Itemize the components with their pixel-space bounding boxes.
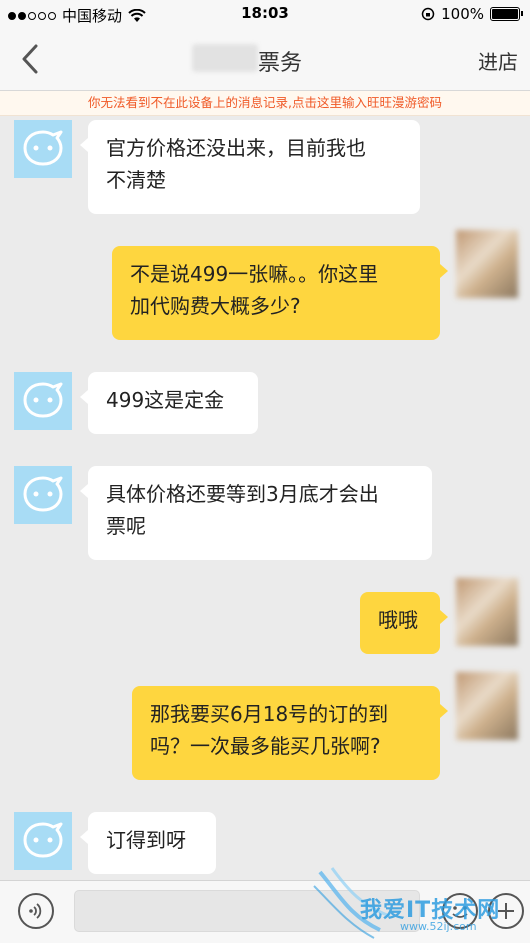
roaming-notice[interactable]: 你无法看到不在此设备上的消息记录,点击这里输入旺旺漫游密码: [0, 91, 530, 116]
smiley-avatar-icon: [23, 822, 63, 858]
nav-bar: 票务 进店: [0, 28, 530, 91]
message-line: 不清楚: [106, 168, 166, 192]
user-avatar[interactable]: [456, 578, 518, 646]
status-bar: 中国移动 18:03 100%: [0, 0, 530, 28]
avatar[interactable]: [14, 812, 72, 870]
page-title: 票务: [258, 51, 303, 76]
message-line: 吗？一次最多能买几张啊?: [150, 734, 381, 758]
avatar[interactable]: [14, 120, 72, 178]
message-line: 不是说499一张嘛。。你这里: [130, 262, 379, 286]
message-bubble[interactable]: 那我要买6月18号的订的到 吗？一次最多能买几张啊?: [132, 686, 448, 780]
message-line: 499这是定金: [106, 388, 225, 412]
rotation-lock-icon: [421, 7, 435, 21]
message-bubble[interactable]: 官方价格还没出来，目前我也 不清楚: [80, 120, 420, 214]
message-bubble[interactable]: 499这是定金: [80, 372, 258, 434]
smiley-avatar-icon: [23, 382, 63, 418]
message-bubble[interactable]: 订得到呀: [80, 812, 216, 874]
battery-icon: [490, 7, 523, 21]
message-line: 票呢: [106, 514, 146, 538]
message-line: 订得到呀: [106, 828, 186, 852]
smiley-avatar-icon: [23, 476, 63, 512]
message-line: 具体价格还要等到3月底才会出: [106, 482, 379, 506]
message-line: 那我要买6月18号的订的到: [150, 702, 389, 726]
message-bubble[interactable]: 哦哦: [360, 592, 448, 654]
smiley-avatar-icon: [23, 130, 63, 166]
message-bubble[interactable]: 不是说499一张嘛。。你这里 加代购费大概多少?: [112, 246, 448, 340]
avatar[interactable]: [14, 466, 72, 524]
voice-icon[interactable]: [18, 893, 54, 929]
watermark-url: www.52ij.com: [400, 920, 477, 933]
message-line: 加代购费大概多少?: [130, 294, 301, 318]
chevron-left-icon[interactable]: [16, 42, 44, 76]
message-line: 哦哦: [378, 608, 418, 632]
user-avatar[interactable]: [456, 672, 518, 740]
user-avatar[interactable]: [456, 230, 518, 298]
store-button[interactable]: 进店: [478, 46, 518, 75]
battery-percent: 100%: [441, 5, 484, 23]
blurred-title-part: [192, 44, 258, 72]
message-bubble[interactable]: 具体价格还要等到3月底才会出 票呢: [80, 466, 432, 560]
message-line: 官方价格还没出来，目前我也: [106, 136, 366, 160]
avatar[interactable]: [14, 372, 72, 430]
status-right: 100%: [421, 5, 523, 23]
